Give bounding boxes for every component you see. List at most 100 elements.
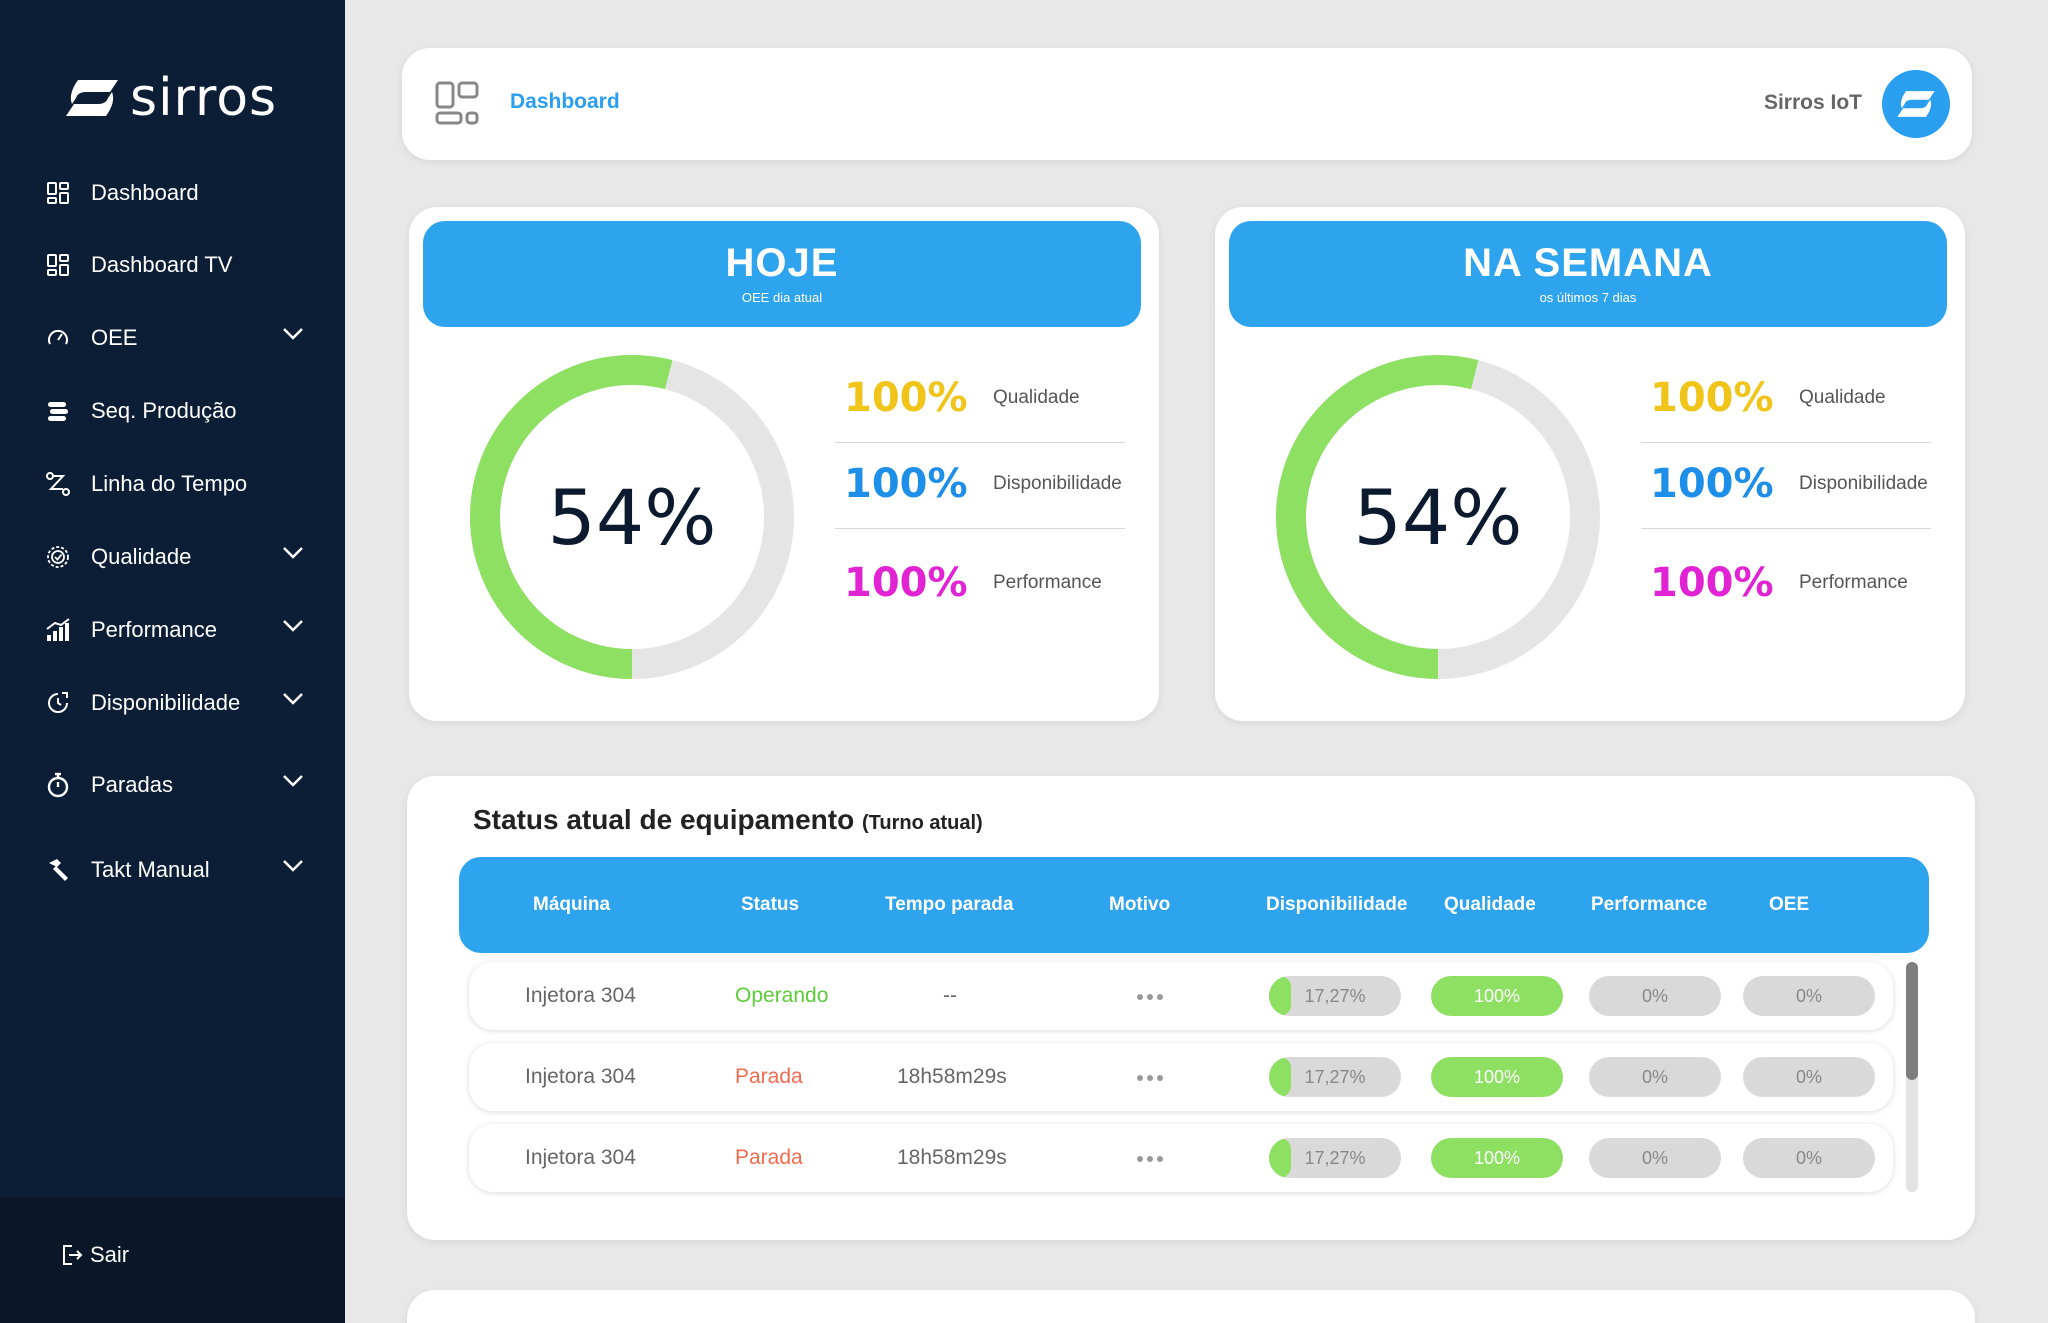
pill-value: 17,27% [1304, 1148, 1366, 1168]
stopwatch-icon [44, 771, 72, 799]
sidebar-item-paradas[interactable]: Paradas [44, 762, 304, 808]
chevron-down-icon [283, 547, 303, 559]
pill-value: 0% [1795, 986, 1822, 1006]
more-options-icon[interactable] [1137, 1075, 1163, 1081]
chevron-down-icon [283, 328, 303, 340]
section-title-text: Status atual de equipamento [473, 804, 855, 835]
metric-label: Qualidade [1799, 387, 1886, 408]
column-header-motivo[interactable]: Motivo [1109, 894, 1170, 916]
sirros-logo-icon [1897, 91, 1935, 117]
downtime-cell: 18h58m29s [897, 1065, 1007, 1088]
metric-value: 100% [1650, 461, 1774, 507]
machine-cell: Injetora 304 [525, 1146, 636, 1169]
column-header-oee[interactable]: OEE [1769, 894, 1809, 916]
chevron-down-icon [283, 620, 303, 632]
sirros-logo-icon [66, 80, 118, 116]
sidebar-item-linha-do-tempo[interactable]: Linha do Tempo [44, 461, 304, 507]
sidebar-item-performance[interactable]: Performance [44, 607, 304, 653]
more-options-icon[interactable] [1137, 994, 1163, 1000]
column-header-performance[interactable]: Performance [1591, 894, 1707, 916]
dashboard-icon [44, 179, 72, 207]
metric-label: Qualidade [993, 387, 1080, 408]
equipment-status-card: Status atual de equipamento (Turno atual… [407, 776, 1975, 1240]
hammer-icon [44, 856, 72, 884]
disponibilidade-pill: 17,27% [1269, 1057, 1401, 1097]
oee-pill: 0% [1743, 1057, 1875, 1097]
performance-pill: 0% [1589, 1138, 1721, 1178]
oee-card-subtitle: os últimos 7 dias [1539, 290, 1637, 305]
metric-disponibilidade: 100% Disponibilidade [1641, 443, 1931, 529]
pill-value: 0% [1795, 1067, 1822, 1087]
chevron-down-icon [283, 860, 303, 872]
dashboard-tv-icon [44, 251, 72, 279]
logout-button[interactable]: Sair [58, 1242, 129, 1268]
sidebar-footer: Sair [0, 1198, 345, 1323]
status-cell: Parada [735, 1065, 803, 1088]
metric-label: Disponibilidade [1799, 473, 1928, 494]
sidebar: sirros Dashboard Dashboard TV OEE Seq. P… [0, 0, 345, 1323]
disponibilidade-pill: 17,27% [1269, 1138, 1401, 1178]
metric-label: Performance [993, 572, 1102, 593]
sidebar-item-dashboard-tv[interactable]: Dashboard TV [44, 242, 304, 288]
machine-cell: Injetora 304 [525, 1065, 636, 1088]
sidebar-item-label: Linha do Tempo [91, 471, 248, 496]
sidebar-item-oee[interactable]: OEE [44, 315, 304, 361]
column-header-disponibilidade[interactable]: Disponibilidade [1266, 894, 1407, 916]
metric-performance: 100% Performance [835, 542, 1125, 628]
sidebar-item-qualidade[interactable]: Qualidade [44, 534, 304, 580]
metric-value: 100% [844, 461, 968, 507]
status-cell: Operando [735, 984, 829, 1007]
table-header: Máquina Status Tempo parada Motivo Dispo… [459, 857, 1929, 953]
oee-card-header: HOJE OEE dia atual [423, 221, 1141, 327]
more-options-icon[interactable] [1137, 1156, 1163, 1162]
oee-card-title: HOJE [725, 241, 839, 285]
brand-logo[interactable]: sirros [64, 68, 277, 128]
table-scrollbar[interactable] [1906, 962, 1918, 1192]
pill-value: 0% [1641, 986, 1668, 1006]
table-row[interactable]: Injetora 304 Parada 18h58m29s 17,27% 100… [469, 1124, 1893, 1192]
avatar[interactable] [1882, 70, 1950, 138]
qualidade-pill: 100% [1431, 1057, 1563, 1097]
logout-icon [63, 1245, 83, 1265]
downtime-cell: -- [943, 984, 957, 1007]
divider [835, 528, 1125, 529]
next-section-card [407, 1290, 1975, 1323]
sidebar-item-disponibilidade[interactable]: Disponibilidade [44, 680, 304, 726]
metric-value: 100% [844, 375, 968, 421]
pill-value: 17,27% [1304, 1067, 1366, 1087]
oee-value: 54% [1353, 472, 1523, 562]
dashboard-icon [435, 81, 479, 125]
sidebar-item-label: Seq. Produção [91, 398, 237, 423]
performance-pill: 0% [1589, 976, 1721, 1016]
oee-card-title: NA SEMANA [1463, 241, 1713, 285]
metric-qualidade: 100% Qualidade [835, 357, 1125, 443]
gauge-icon [44, 324, 72, 352]
sidebar-item-takt-manual[interactable]: Takt Manual [44, 847, 304, 893]
column-header-maquina[interactable]: Máquina [533, 894, 610, 916]
column-header-status[interactable]: Status [741, 894, 799, 916]
section-title-suffix: (Turno atual) [861, 812, 983, 834]
sidebar-item-label: OEE [91, 325, 138, 350]
oee-card-today: HOJE OEE dia atual 54% 100% Qualidade 10… [409, 207, 1159, 721]
column-header-tempo-parada[interactable]: Tempo parada [885, 894, 1013, 916]
sidebar-item-label: Qualidade [91, 544, 192, 569]
scrollbar-thumb[interactable] [1906, 962, 1918, 1080]
timeline-icon [44, 470, 72, 498]
metric-value: 100% [844, 560, 968, 606]
pill-value: 0% [1795, 1148, 1822, 1168]
pill-value: 100% [1473, 986, 1521, 1006]
sidebar-item-label: Paradas [91, 772, 173, 797]
sidebar-item-dashboard[interactable]: Dashboard [44, 170, 304, 216]
table-row[interactable]: Injetora 304 Parada 18h58m29s 17,27% 100… [469, 1043, 1893, 1111]
sidebar-item-seq-producao[interactable]: Seq. Produção [44, 388, 304, 434]
top-bar: Dashboard Sirros IoT [402, 48, 1972, 160]
table-row[interactable]: Injetora 304 Operando -- 17,27% 100% 0% … [469, 962, 1893, 1030]
oee-pill: 0% [1743, 1138, 1875, 1178]
column-header-qualidade[interactable]: Qualidade [1444, 894, 1536, 916]
section-title: Status atual de equipamento (Turno atual… [473, 804, 983, 836]
oee-card-subtitle: OEE dia atual [741, 290, 823, 305]
performance-pill: 0% [1589, 1057, 1721, 1097]
pill-value: 0% [1641, 1148, 1668, 1168]
pill-value: 0% [1641, 1067, 1668, 1087]
pill-value: 17,27% [1304, 986, 1366, 1006]
